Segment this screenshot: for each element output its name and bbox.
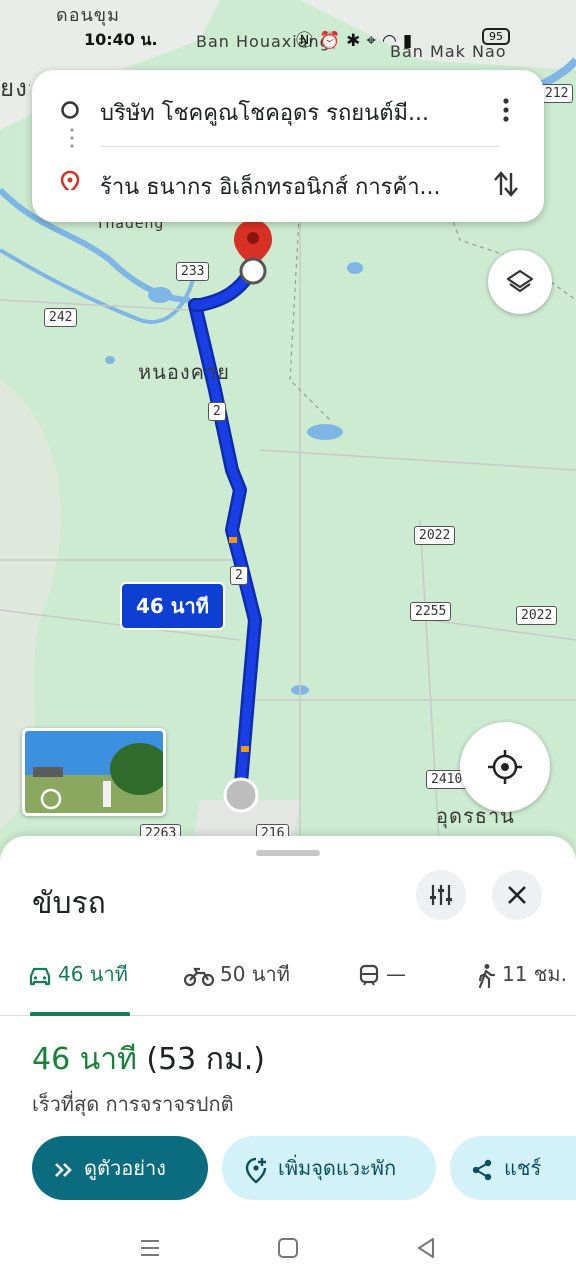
sheet-title: ขับรถ — [32, 886, 106, 921]
road-shield-212: 212 — [540, 84, 574, 103]
road-shield-2022: 2022 — [414, 526, 456, 545]
status-time: 10:40 น. — [84, 30, 158, 49]
tab-driving-label: 46 นาที — [58, 962, 128, 986]
wifi-icon: ◠ — [382, 31, 403, 51]
my-location-button[interactable] — [460, 722, 550, 812]
share-button-label: แชร์ — [504, 1156, 542, 1180]
train-icon — [359, 964, 379, 986]
tab-transit[interactable]: — — [358, 958, 406, 1008]
directions-sheet: ขับรถ 46 นาที 50 นาที — 11 ชม. 46 นาที (… — [0, 836, 576, 1280]
origin-circle-icon — [61, 101, 79, 119]
tab-driving[interactable]: 46 นาที — [28, 958, 128, 1008]
street-view-thumbnail[interactable] — [22, 728, 166, 816]
origin-input[interactable]: บริษัท โชคคูณโชคอุดร รถยนต์มี... — [100, 95, 470, 130]
double-chevron-icon — [55, 1162, 72, 1177]
tab-motorcycle[interactable]: 50 นาที — [184, 958, 290, 1008]
car-icon — [29, 967, 51, 985]
layers-button[interactable] — [488, 250, 552, 314]
home-icon[interactable] — [274, 1234, 302, 1262]
swap-vert-icon — [494, 171, 518, 197]
close-icon — [508, 886, 526, 904]
route-dots-icon — [70, 128, 74, 148]
tune-icon — [430, 885, 452, 905]
crosshair-icon — [488, 750, 522, 784]
close-button[interactable] — [492, 870, 542, 920]
destination-pin-icon[interactable] — [232, 218, 274, 286]
add-location-icon — [245, 1157, 267, 1184]
route-divider — [100, 146, 500, 147]
route-duration-callout[interactable]: 46 นาที — [120, 582, 225, 630]
route-summary-note: เร็วที่สุด การจราจรปกติ — [32, 1092, 234, 1116]
map-label-nong-khai: หนองคาย — [138, 360, 230, 384]
route-summary-distance: (53 กม.) — [146, 1042, 265, 1077]
road-shield-233: 233 — [176, 262, 210, 281]
road-shield-2-south: 2 — [230, 566, 248, 585]
add-stop-button-label: เพิ่มจุดแวะพัก — [278, 1156, 397, 1180]
street-view-image — [25, 731, 163, 813]
swap-route-button[interactable] — [488, 166, 524, 202]
preview-button-label: ดูตัวอย่าง — [84, 1156, 166, 1180]
signal-icon: ▮ — [402, 31, 419, 51]
layers-icon — [506, 269, 534, 293]
destination-pin-small-icon — [60, 170, 80, 190]
travel-mode-tabs: 46 นาที 50 นาที — 11 ชม. — [0, 948, 576, 1016]
share-button[interactable]: แชร์ — [450, 1136, 576, 1200]
preview-button[interactable]: ดูตัวอย่าง — [32, 1136, 208, 1200]
nfc-icon: Ⓝ — [296, 31, 319, 51]
map-label-left-cut: ยงจั อุง — [0, 74, 30, 102]
motorcycle-icon — [184, 967, 214, 986]
tab-walking[interactable]: 11 ชม. — [476, 958, 567, 1008]
more-options-button[interactable] — [488, 92, 524, 128]
status-bar: 10:40 น. Ⓝ⏰✱⌖◠▮ 95 — [0, 22, 576, 56]
alarm-icon: ⏰ — [319, 31, 347, 51]
road-shield-2-north: 2 — [208, 402, 226, 421]
tab-walking-label: 11 ชม. — [502, 962, 567, 986]
tab-motorcycle-label: 50 นาที — [220, 962, 290, 986]
route-search-card: บริษัท โชคคูณโชคอุดร รถยนต์มี... ร้าน ธน… — [32, 70, 544, 222]
back-icon[interactable] — [412, 1234, 440, 1262]
road-shield-2022-east: 2022 — [516, 606, 558, 625]
walk-icon — [478, 963, 496, 988]
more-vert-icon — [503, 98, 509, 122]
share-icon — [472, 1159, 492, 1180]
sheet-drag-handle[interactable] — [256, 850, 320, 856]
system-nav-bar — [0, 1216, 576, 1280]
origin-marker-icon[interactable] — [222, 776, 260, 814]
location-icon: ⌖ — [366, 31, 382, 51]
destination-row[interactable]: ร้าน ธนากร อิเล็กทรอนิกส์ การค้า... — [32, 154, 544, 214]
recents-icon[interactable] — [136, 1234, 164, 1262]
road-shield-2255: 2255 — [410, 602, 452, 621]
tab-transit-label: — — [386, 962, 406, 986]
status-icons: Ⓝ⏰✱⌖◠▮ — [296, 26, 418, 51]
destination-input[interactable]: ร้าน ธนากร อิเล็กทรอนิกส์ การค้า... — [100, 169, 470, 204]
route-summary-time: 46 นาที — [32, 1042, 137, 1077]
route-summary: 46 นาที (53 กม.) — [32, 1036, 265, 1083]
road-shield-242: 242 — [44, 308, 78, 327]
add-stop-button[interactable]: เพิ่มจุดแวะพัก — [222, 1136, 436, 1200]
battery-indicator: 95 — [482, 28, 510, 45]
bluetooth-icon: ✱ — [346, 31, 367, 51]
active-tab-indicator — [30, 1012, 130, 1016]
origin-row[interactable]: บริษัท โชคคูณโชคอุดร รถยนต์มี... — [32, 80, 544, 140]
route-options-button[interactable] — [416, 870, 466, 920]
